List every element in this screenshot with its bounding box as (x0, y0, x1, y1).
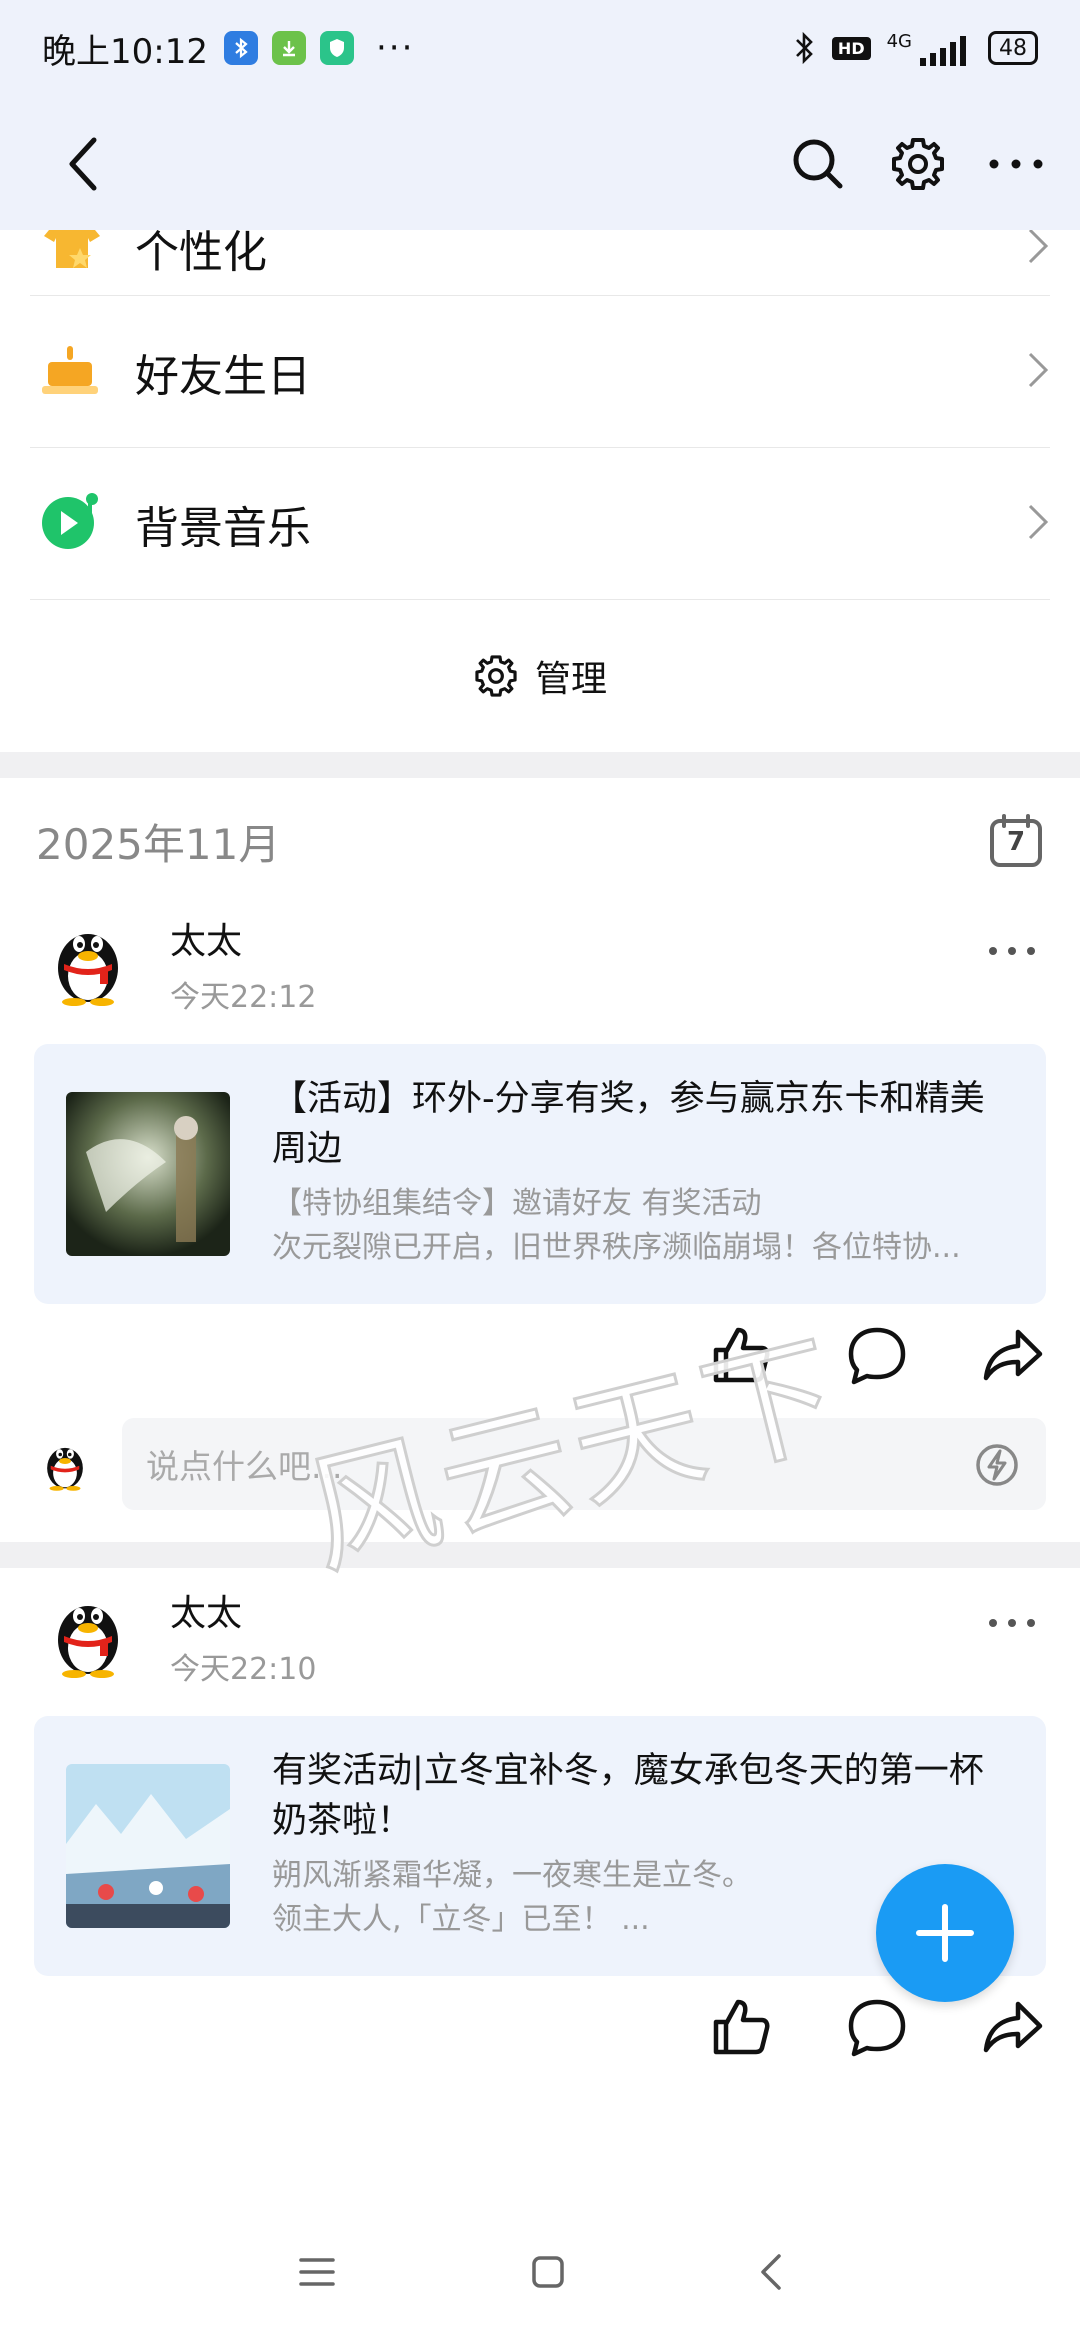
recent-apps-button[interactable] (297, 2255, 337, 2293)
comment-button[interactable] (846, 1996, 908, 2062)
share-arrow-icon (983, 1329, 1043, 1381)
menu-lines-icon (298, 2258, 335, 2286)
comment-bubble-icon (848, 1999, 906, 2057)
share-arrow-icon (983, 2001, 1043, 2053)
calendar-day: 7 (1006, 827, 1026, 857)
create-post-button[interactable] (876, 1864, 1014, 2002)
comment-bubble-icon (848, 1327, 906, 1385)
security-app-icon (319, 31, 354, 65)
thumbs-up-icon (713, 1999, 770, 2055)
birthday-cake-icon (40, 340, 100, 404)
system-nav-bar (0, 2208, 1080, 2340)
gear-icon (475, 655, 517, 697)
card-title: 【活动】环外-分享有奖，参与赢京东卡和精美周边 (272, 1079, 985, 1169)
plus-icon (916, 1904, 974, 1962)
main-content: 个性化 好友生日 背景音乐 管理 2025年11月 7 太太 今天22:12 【… (0, 219, 1080, 2086)
section-divider (0, 752, 1080, 778)
calendar-button[interactable]: 7 (988, 813, 1044, 869)
search-icon (793, 139, 843, 189)
card-description: 【特协组集结令】邀请好友 有奖活动 次元裂隙已开启，旧世界秩序濒临崩塌！各位特协… (272, 1182, 1006, 1270)
back-button[interactable] (46, 126, 122, 202)
status-app-icons (223, 31, 354, 65)
card-description-line: 【特协组集结令】邀请好友 有奖活动 (272, 1186, 762, 1221)
month-header: 2025年11月 7 (0, 786, 1080, 896)
square-home-icon (532, 2256, 564, 2288)
chevron-left-icon (69, 137, 97, 191)
card-description-line: 次元裂隙已开启，旧世界秩序濒临崩塌！各位特协... (272, 1230, 961, 1265)
month-label: 2025年11月 (36, 819, 281, 869)
menu-label: 背景音乐 (135, 502, 311, 554)
like-button[interactable] (710, 1996, 772, 2062)
feed-post: 太太 今天22:10 有奖活动|立冬宜补冬，魔女承包冬天的第一杯奶茶啦！ 朔风渐… (0, 1568, 1080, 2086)
music-play-icon (40, 491, 102, 557)
manage-label: 管理 (534, 659, 607, 700)
bluetooth-icon (796, 31, 813, 65)
card-thumbnail (66, 1764, 230, 1928)
share-button[interactable] (982, 1324, 1044, 1390)
card-title: 有奖活动|立冬宜补冬，魔女承包冬天的第一杯奶茶啦！ (272, 1751, 984, 1841)
more-horizontal-icon (989, 1619, 1035, 1627)
post-header: 太太 今天22:12 (0, 896, 1080, 1046)
status-indicators: HD 4G 48 (792, 30, 1038, 66)
gear-icon (892, 138, 944, 190)
status-time: 晚上10:12 (42, 31, 208, 72)
card-thumbnail (66, 1092, 230, 1256)
comment-button[interactable] (846, 1324, 908, 1390)
nav-back-button[interactable] (759, 2252, 783, 2296)
status-more-dots: ··· (375, 28, 415, 68)
lightning-icon[interactable] (974, 1442, 1020, 1488)
chevron-left-icon (761, 2254, 782, 2290)
status-bar: 晚上10:12 ··· HD 4G 48 (0, 0, 1080, 96)
menu-label: 好友生日 (135, 350, 311, 402)
signal-icon (920, 35, 966, 66)
post-time: 今天22:10 (170, 1652, 317, 1687)
chevron-right-icon (1026, 502, 1050, 546)
post-time: 今天22:12 (170, 980, 317, 1015)
post-more-button[interactable] (988, 1598, 1036, 1638)
shared-link-card[interactable]: 【活动】环外-分享有奖，参与赢京东卡和精美周边 【特协组集结令】邀请好友 有奖活… (34, 1044, 1046, 1304)
app-header (0, 96, 1080, 230)
chevron-right-icon (1026, 226, 1050, 270)
search-button[interactable] (780, 126, 856, 202)
bluetooth-app-icon (223, 31, 258, 65)
home-button[interactable] (530, 2254, 566, 2294)
avatar[interactable] (46, 1588, 130, 1678)
battery-indicator: 48 (988, 31, 1038, 65)
menu-item-friend-birthday[interactable]: 好友生日 (30, 296, 1050, 448)
share-button[interactable] (982, 1996, 1044, 2062)
settings-button[interactable] (880, 126, 956, 202)
avatar (47, 1447, 83, 1491)
hd-badge: HD (831, 36, 871, 60)
post-author[interactable]: 太太 (170, 1584, 242, 1636)
more-horizontal-icon (989, 159, 1043, 169)
post-author[interactable]: 太太 (170, 912, 242, 964)
more-options-button[interactable] (978, 126, 1054, 202)
post-more-button[interactable] (988, 926, 1036, 966)
post-header: 太太 今天22:10 (0, 1568, 1080, 1718)
network-type: 4G (887, 31, 972, 66)
manage-button[interactable]: 管理 (0, 600, 1080, 752)
download-app-icon (271, 31, 306, 65)
menu-item-background-music[interactable]: 背景音乐 (30, 448, 1050, 600)
more-horizontal-icon (989, 947, 1035, 955)
chevron-right-icon (1026, 350, 1050, 394)
avatar[interactable] (46, 916, 130, 1006)
